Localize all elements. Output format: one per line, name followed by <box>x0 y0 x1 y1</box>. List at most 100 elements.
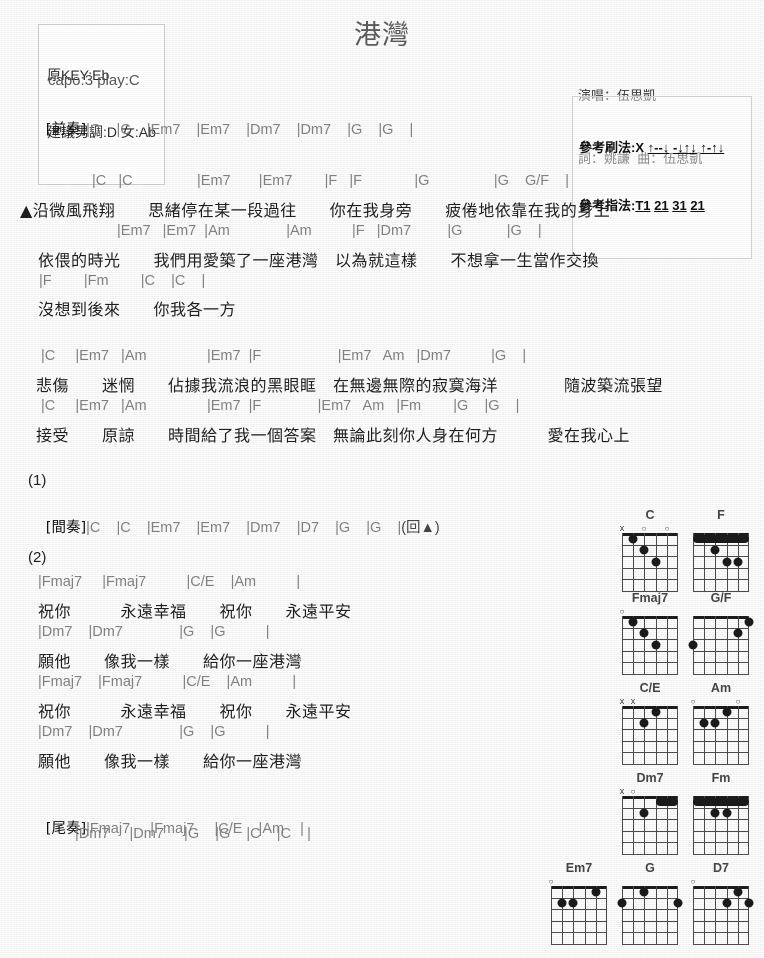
fret-line <box>693 921 749 922</box>
finger-dot <box>699 718 709 728</box>
open-string-icon: ○ <box>690 877 696 886</box>
string-line <box>677 886 678 944</box>
string-line <box>667 706 668 764</box>
chord-fretboard-grid <box>693 706 749 765</box>
chord-diagram-name: Fm <box>711 771 731 785</box>
chord-open-mute-marks: ○ <box>620 606 678 616</box>
chord-fretboard-grid <box>622 796 678 855</box>
interlude-chords-faded: |Dm7 |D7 |G |G | <box>246 520 402 536</box>
finger-dot <box>744 617 754 627</box>
fret-line <box>693 854 749 855</box>
finger-dot <box>722 707 732 717</box>
chord-fretboard-grid <box>622 616 678 675</box>
string-line <box>693 706 694 764</box>
interlude-repeat-note: (回▲) <box>401 520 440 536</box>
fretboard-nut <box>693 616 749 619</box>
fret-line <box>622 808 678 809</box>
muted-string-icon: x <box>619 696 625 706</box>
section2-lyrics-line3: 祝你 永遠幸福 祝你 永遠平安 <box>38 702 352 721</box>
strum-group-3: ↑-↑↓ <box>700 140 725 155</box>
chord-sheet-page: 原KEY:Eb 建議男調:D 女:Ab capo:3 play:C 港灣 演唱：… <box>0 0 764 958</box>
section-2-number: (2) <box>28 549 47 566</box>
chord-fretboard-grid <box>688 616 754 675</box>
verse1-chords-line3: |F |Fm |C |C | <box>39 273 206 289</box>
fret-line <box>622 579 678 580</box>
finger-dot <box>673 898 683 908</box>
fret-line <box>622 854 678 855</box>
finger-dot <box>639 628 649 638</box>
string-line <box>704 616 705 674</box>
string-line <box>704 886 705 944</box>
chord-open-mute-marks <box>693 523 749 533</box>
chord-diagram-g: G <box>617 861 683 945</box>
open-string-icon: ○ <box>664 524 670 533</box>
string-line <box>693 886 694 944</box>
fret-line <box>622 752 678 753</box>
string-line <box>633 706 634 764</box>
finger-dot <box>639 887 649 897</box>
string-line <box>622 706 623 764</box>
fret-line <box>622 556 678 557</box>
chord-diagram-name: C/E <box>639 681 661 695</box>
barre-marker <box>693 535 749 543</box>
fret-line <box>622 898 678 899</box>
verse1-lyrics-line2: 依偎的時光 我們用愛築了一座港灣 以為就這樣 不想拿一生當作交換 <box>38 251 600 270</box>
fret-line <box>693 741 749 742</box>
fret-line <box>693 579 749 580</box>
section2-chords-line3: |Fmaj7 |Fmaj7 |C/E |Am | <box>38 674 297 690</box>
fret-line <box>622 764 678 765</box>
chord-diagram-name: Em7 <box>565 861 593 875</box>
chord-open-mute-marks: x ○ ○ <box>620 523 678 534</box>
section2-chords-line2: |Dm7 |Dm7 |G |G | <box>38 624 270 640</box>
chord-open-mute-marks <box>693 786 749 796</box>
open-string-icon: ○ <box>630 787 636 796</box>
chord-open-mute-marks: x ○ <box>620 786 678 797</box>
section2-chords-line1: |Fmaj7 |Fmaj7 |C/E |Am | <box>38 574 301 590</box>
fingerstyle-group-4: 21 <box>690 198 705 213</box>
strum-group-1: ↑--↓ <box>647 140 670 155</box>
string-line <box>644 796 645 854</box>
chord-diagram-fm: Fm <box>693 771 749 855</box>
chord-fretboard-grid <box>551 886 607 945</box>
fingerstyle-group-1: T1 <box>635 198 651 213</box>
finger-dot <box>628 534 638 544</box>
fret-line <box>622 639 678 640</box>
chord-open-mute-marks: ○ ○ <box>691 696 749 706</box>
string-line <box>715 886 716 944</box>
section2-chords-line4: |Dm7 |Dm7 |G |G | <box>38 724 270 740</box>
string-line <box>727 886 728 944</box>
intro-row: [前奏]|C |C |Em7 |Em7 |Dm7 |Dm7 |G |G | <box>28 100 414 157</box>
chord-diagram-name: G <box>645 861 655 875</box>
fret-line <box>622 718 678 719</box>
barre-marker <box>656 798 678 806</box>
chord-fretboard-grid <box>622 706 678 765</box>
chord-fretboard-grid <box>693 796 749 855</box>
fret-line <box>693 842 749 843</box>
chorus-lyrics-line1: 悲傷 迷惘 佔據我流浪的黑眼眶 在無邊無際的寂寞海洋 隨波築流張望 <box>36 376 664 395</box>
finger-dot <box>733 887 743 897</box>
fret-line <box>693 729 749 730</box>
fretboard-nut <box>622 886 678 889</box>
string-line <box>606 886 607 944</box>
fret-line <box>622 842 678 843</box>
string-line <box>748 886 749 944</box>
chord-diagram-name: C <box>645 508 655 522</box>
fret-line <box>693 808 749 809</box>
chord-diagram-c: Cx ○ ○ <box>620 508 678 592</box>
chord-diagram-name: G/F <box>710 591 732 605</box>
fret-line <box>693 819 749 820</box>
string-line <box>667 616 668 674</box>
chord-diagram-d7: D7 ○ <box>690 861 754 945</box>
chord-fretboard-grid <box>617 886 683 945</box>
intro-label: [前奏] <box>45 122 87 138</box>
string-line <box>644 706 645 764</box>
strum-label: 參考刷法:X <box>579 140 645 155</box>
finger-dot <box>651 640 661 650</box>
fret-line <box>551 921 607 922</box>
finger-dot <box>733 628 743 638</box>
chord-open-mute-marks <box>693 606 749 616</box>
string-line <box>715 616 716 674</box>
fret-line <box>622 545 678 546</box>
finger-dot <box>628 617 638 627</box>
chorus-chords-line1: |C |Em7 |Am |Em7 |F |Em7 Am |Dm7 |G | <box>41 348 527 364</box>
